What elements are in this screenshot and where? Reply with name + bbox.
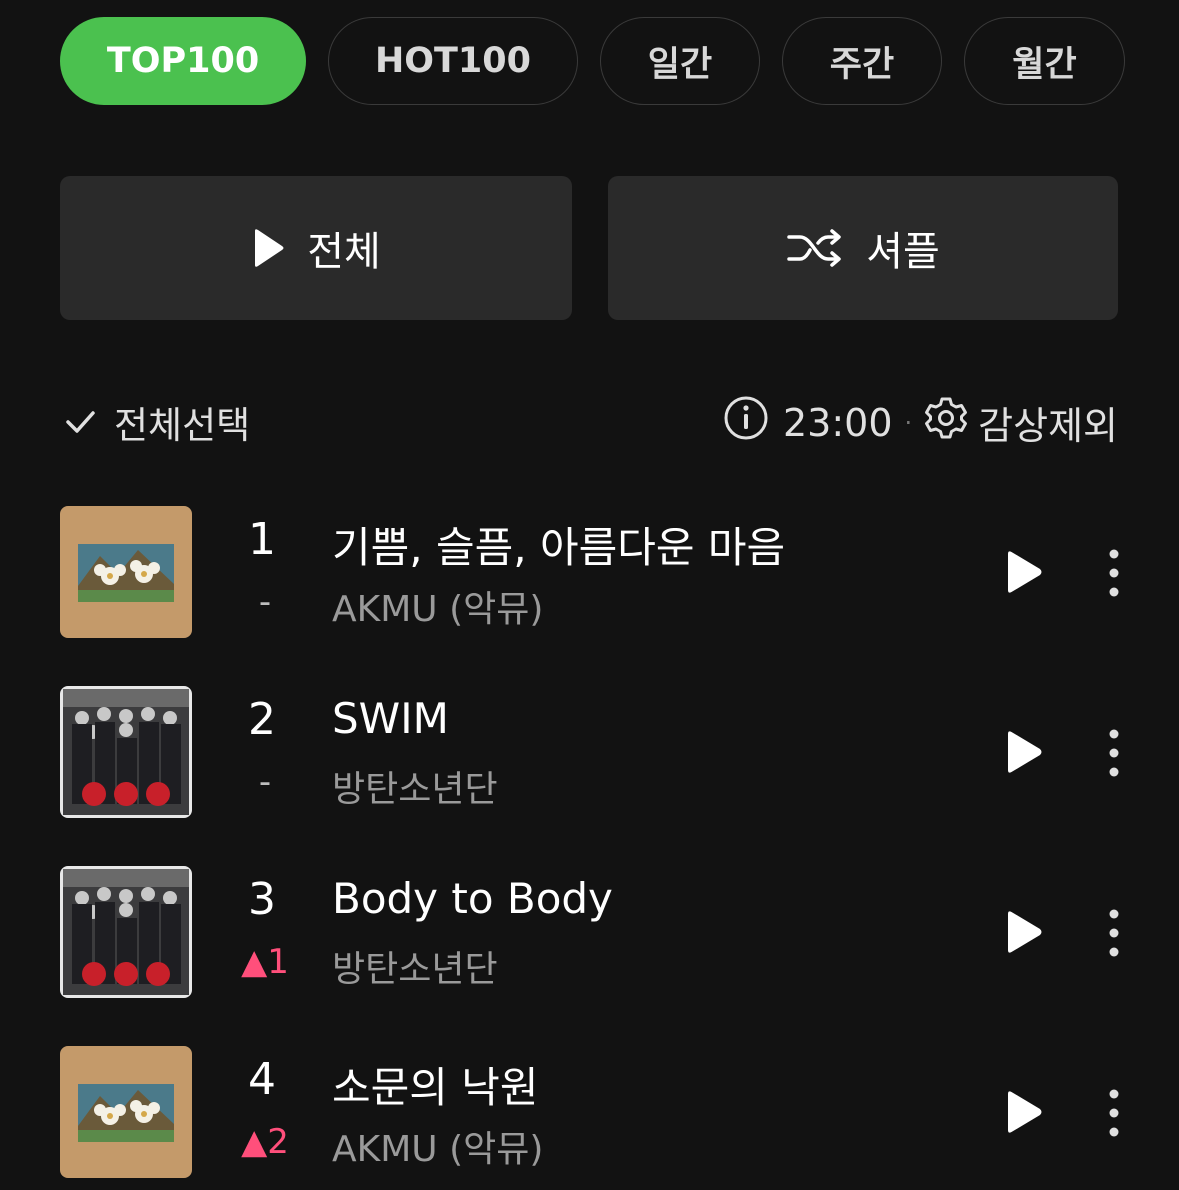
- artist-name[interactable]: 방탄소년단: [332, 760, 498, 812]
- rank-number: 1: [248, 514, 276, 565]
- artist-name[interactable]: AKMU (악뮤): [332, 580, 543, 632]
- song-row[interactable]: 3 ▲1 Body to Body 방탄소년단: [60, 866, 1130, 998]
- rank-change: -: [258, 582, 272, 622]
- tab-weekly[interactable]: 주간: [782, 17, 942, 105]
- list-toolbar: 전체선택 23:00 · 감상제외: [60, 395, 1118, 455]
- song-title[interactable]: 기쁨, 슬픔, 아름다운 마음: [332, 514, 785, 575]
- artist-name[interactable]: AKMU (악뮤): [332, 1120, 543, 1172]
- song-title[interactable]: 소문의 낙원: [332, 1054, 539, 1115]
- song-title[interactable]: SWIM: [332, 694, 449, 743]
- check-icon: [66, 411, 95, 433]
- play-all-label: 전체: [307, 229, 381, 275]
- album-art[interactable]: [60, 866, 192, 998]
- gear-icon[interactable]: [924, 396, 968, 449]
- shuffle-button[interactable]: 셔플: [608, 176, 1118, 320]
- chart-tabs: TOP100 HOT100 일간 주간 월간: [60, 17, 1125, 107]
- album-art[interactable]: [60, 1046, 192, 1178]
- play-icon[interactable]: [1000, 910, 1044, 954]
- song-row[interactable]: 4 ▲2 소문의 낙원 AKMU (악뮤): [60, 1046, 1130, 1178]
- album-art[interactable]: [60, 506, 192, 638]
- play-icon[interactable]: [1000, 730, 1044, 774]
- play-all-button[interactable]: 전체: [60, 176, 572, 320]
- rank-change: -: [258, 762, 272, 802]
- shuffle-label: 셔플: [866, 229, 940, 275]
- more-options-icon[interactable]: [1100, 728, 1128, 778]
- song-row[interactable]: 1 - 기쁨, 슬픔, 아름다운 마음 AKMU (악뮤): [60, 506, 1130, 638]
- play-icon[interactable]: [1000, 550, 1044, 594]
- album-art[interactable]: [60, 686, 192, 818]
- info-icon[interactable]: [723, 395, 769, 450]
- chart-time: 23:00: [783, 400, 893, 445]
- artist-name[interactable]: 방탄소년단: [332, 940, 498, 992]
- select-all-button[interactable]: 전체선택: [60, 395, 250, 449]
- rank-number: 2: [248, 694, 276, 745]
- rank-change: ▲2: [241, 1122, 289, 1162]
- play-icon[interactable]: [1000, 1090, 1044, 1134]
- more-options-icon[interactable]: [1100, 908, 1128, 958]
- song-title[interactable]: Body to Body: [332, 874, 613, 923]
- tab-monthly[interactable]: 월간: [964, 17, 1125, 105]
- separator-dot: ·: [904, 408, 913, 437]
- update-info: 23:00 · 감상제외: [723, 395, 1118, 450]
- song-row[interactable]: 2 - SWIM 방탄소년단: [60, 686, 1130, 818]
- tab-daily[interactable]: 일간: [600, 17, 760, 105]
- tab-top100[interactable]: TOP100: [60, 17, 306, 105]
- rank-number: 3: [248, 874, 276, 925]
- rank-change: ▲1: [241, 942, 289, 982]
- exclude-listening-button[interactable]: 감상제외: [978, 395, 1118, 450]
- more-options-icon[interactable]: [1100, 548, 1128, 598]
- rank-number: 4: [248, 1054, 276, 1105]
- play-icon: [255, 229, 284, 267]
- shuffle-icon: [787, 229, 841, 267]
- more-options-icon[interactable]: [1100, 1088, 1128, 1138]
- tab-hot100[interactable]: HOT100: [328, 17, 578, 105]
- select-all-label: 전체선택: [114, 404, 251, 447]
